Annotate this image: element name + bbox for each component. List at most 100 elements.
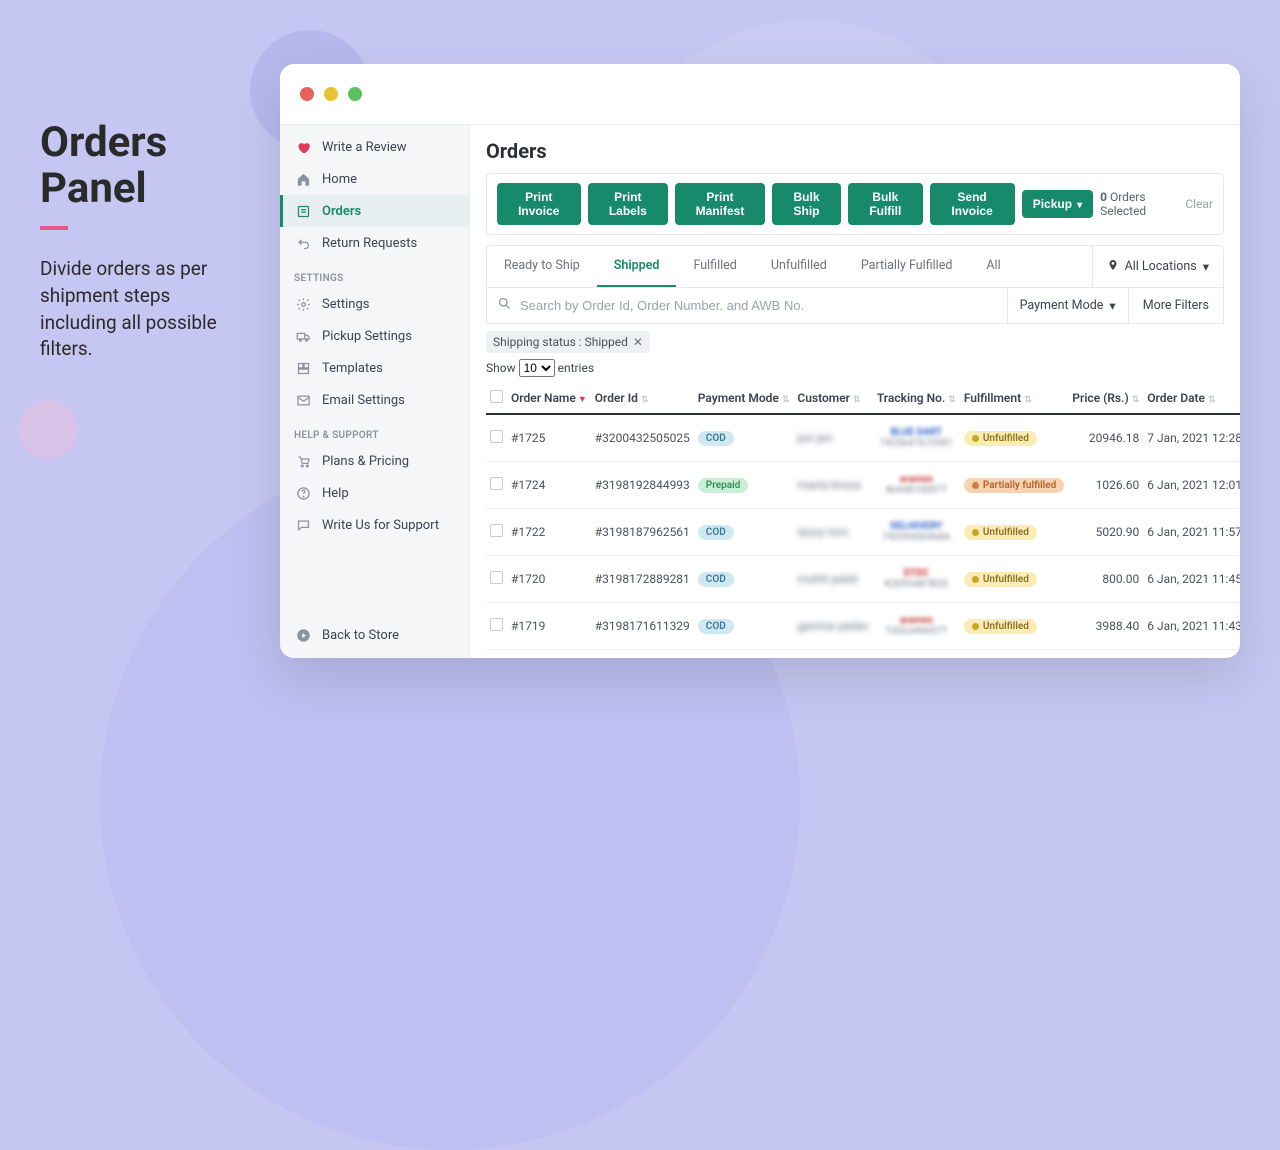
heart-icon (294, 138, 312, 156)
sidebar-label: Orders (322, 204, 361, 219)
window-minimize-dot[interactable] (324, 87, 338, 101)
bulk-fulfill-button[interactable]: Bulk Fulfill (848, 183, 922, 225)
remove-chip-icon[interactable]: ✕ (633, 335, 643, 349)
row-checkbox[interactable] (490, 618, 503, 631)
col-order-name[interactable]: Order Name▼ (507, 383, 591, 414)
app-window: Write a Review Home Orders Return Reques… (280, 64, 1240, 658)
cell-customer: raj purohit (793, 650, 872, 659)
chevron-down-icon: ▾ (1203, 259, 1209, 275)
row-checkbox[interactable] (490, 430, 503, 443)
cell-order-name: #1720 (507, 556, 591, 603)
print-invoice-button[interactable]: Print Invoice (497, 183, 581, 225)
cell-customer: garima yadav (793, 603, 872, 650)
cell-price: 800.00 (1068, 556, 1143, 603)
cell-date: 6 Jan, 2021 11:45:08 (1143, 556, 1240, 603)
sidebar-item-back[interactable]: Back to Store (280, 619, 469, 658)
entries-select[interactable]: 10 (519, 359, 555, 377)
row-checkbox[interactable] (490, 524, 503, 537)
cell-payment-mode: COD (694, 650, 794, 659)
marketing-title: Orders Panel (40, 120, 250, 212)
entries-control: Show 10 entries (486, 357, 1224, 383)
sidebar-item-orders[interactable]: Orders (280, 195, 469, 227)
col-order-date[interactable]: Order Date⇅ (1143, 383, 1240, 414)
cell-fulfillment: Unfulfilled (960, 509, 1068, 556)
pickup-dropdown[interactable]: Pickup (1022, 190, 1093, 218)
cell-price: 3988.40 (1068, 603, 1143, 650)
sidebar-item-support[interactable]: Write Us for Support (280, 509, 469, 541)
template-icon (294, 359, 312, 377)
table-row: #1720#3198172889281CODmohit patelDTDCK20… (486, 556, 1240, 603)
tab-unfulfilled[interactable]: Unfulfilled (754, 246, 844, 287)
main-content: Orders Print Invoice Print Labels Print … (470, 125, 1240, 658)
col-order-id[interactable]: Order Id⇅ (591, 383, 694, 414)
sidebar-write-review[interactable]: Write a Review (280, 131, 469, 163)
sidebar-item-pickup-settings[interactable]: Pickup Settings (280, 320, 469, 352)
col-fulfillment[interactable]: Fulfillment⇅ (960, 383, 1068, 414)
cell-order-id: #3198172889281 (591, 556, 694, 603)
marketing-panel: Orders Panel Divide orders as per shipme… (40, 120, 250, 363)
sidebar-item-home[interactable]: Home (280, 163, 469, 195)
col-payment-mode[interactable]: Payment Mode⇅ (694, 383, 794, 414)
location-dropdown[interactable]: All Locations ▾ (1092, 246, 1223, 287)
help-icon (294, 484, 312, 502)
table-row: #1722#3198187962561CODlazzy tomDELHIVERY… (486, 509, 1240, 556)
payment-mode-dropdown[interactable]: Payment Mode ▾ (1007, 288, 1128, 323)
marketing-subtitle: Divide orders as per shipment steps incl… (40, 256, 250, 362)
chat-icon (294, 516, 312, 534)
sidebar-label: Settings (322, 297, 369, 312)
cell-payment-mode: COD (694, 603, 794, 650)
col-customer[interactable]: Customer⇅ (793, 383, 872, 414)
cell-price: 20946.18 (1068, 414, 1143, 462)
window-maximize-dot[interactable] (348, 87, 362, 101)
truck-icon (294, 327, 312, 345)
print-labels-button[interactable]: Print Labels (588, 183, 669, 225)
tab-all[interactable]: All (969, 246, 1017, 287)
cell-price: 11800.00 (1068, 650, 1143, 659)
cell-fulfillment: Unfulfilled (960, 556, 1068, 603)
cell-tracking: DTDCK2093487B20 (873, 556, 960, 603)
cell-order-id: #3198169678017 (591, 650, 694, 659)
sidebar-section-settings: SETTINGS (280, 259, 469, 288)
cell-customer: lazzy tom (793, 509, 872, 556)
send-invoice-button[interactable]: Send Invoice (930, 183, 1015, 225)
bulk-ship-button[interactable]: Bulk Ship (772, 183, 841, 225)
sidebar-label: Return Requests (322, 236, 417, 251)
cell-date: 6 Jan, 2021 11:57:27 (1143, 509, 1240, 556)
filter-chip-shipping-status: Shipping status : Shipped ✕ (486, 331, 650, 353)
col-tracking[interactable]: Tracking No.⇅ (873, 383, 960, 414)
cell-tracking: BLUE DART7425647672981 (873, 414, 960, 462)
sidebar-item-settings[interactable]: Settings (280, 288, 469, 320)
sidebar-section-help: HELP & SUPPORT (280, 416, 469, 445)
row-checkbox[interactable] (490, 571, 503, 584)
orders-table: Order Name▼ Order Id⇅ Payment Mode⇅ Cust… (486, 383, 1240, 658)
action-bar: Print Invoice Print Labels Print Manifes… (486, 173, 1224, 235)
window-close-dot[interactable] (300, 87, 314, 101)
sidebar-label: Help (322, 486, 349, 501)
sidebar-item-email-settings[interactable]: Email Settings (280, 384, 469, 416)
page-title: Orders (486, 139, 1224, 163)
sidebar-item-templates[interactable]: Templates (280, 352, 469, 384)
tab-ready-to-ship[interactable]: Ready to Ship (487, 246, 597, 287)
cell-fulfillment: Unfulfilled (960, 650, 1068, 659)
search-icon (497, 296, 512, 315)
cell-date: 7 Jan, 2021 12:28:44 (1143, 414, 1240, 462)
sidebar-item-help[interactable]: Help (280, 477, 469, 509)
sidebar-item-plans[interactable]: Plans & Pricing (280, 445, 469, 477)
cell-fulfillment: Unfulfilled (960, 603, 1068, 650)
cell-date: 6 Jan, 2021 11:43:51 (1143, 603, 1240, 650)
selected-count: 0 Orders Selected (1100, 190, 1175, 218)
sidebar-item-returns[interactable]: Return Requests (280, 227, 469, 259)
clear-selection[interactable]: Clear (1185, 197, 1213, 211)
sidebar: Write a Review Home Orders Return Reques… (280, 125, 470, 658)
select-all-checkbox[interactable] (490, 390, 503, 403)
print-manifest-button[interactable]: Print Manifest (675, 183, 765, 225)
search-input[interactable] (520, 298, 997, 313)
row-checkbox[interactable] (490, 477, 503, 490)
more-filters-button[interactable]: More Filters (1128, 288, 1223, 323)
col-price[interactable]: Price (Rs.)⇅ (1068, 383, 1143, 414)
tab-fulfilled[interactable]: Fulfilled (676, 246, 753, 287)
tab-shipped[interactable]: Shipped (597, 246, 677, 287)
cell-tracking: Flipkart7820481897G (873, 650, 960, 659)
tab-partially-fulfilled[interactable]: Partially Fulfilled (844, 246, 970, 287)
cell-tracking: aramexT426349697T (873, 603, 960, 650)
